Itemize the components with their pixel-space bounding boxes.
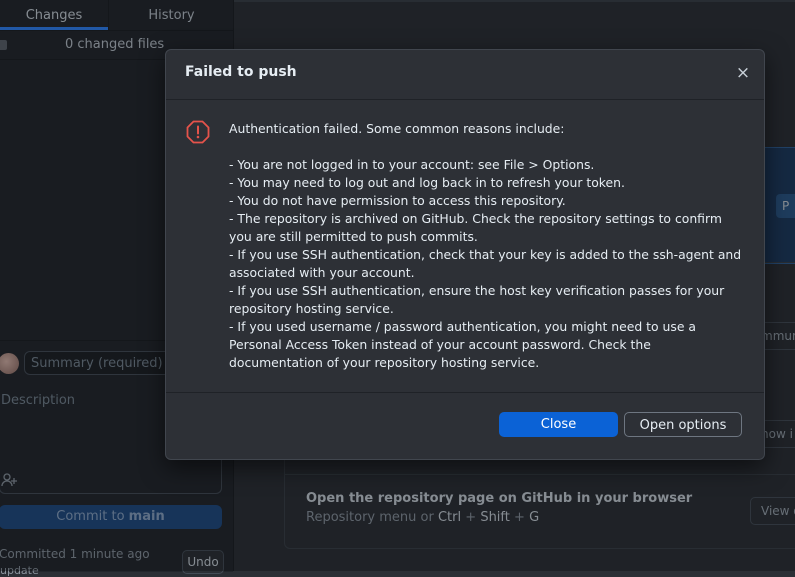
reason-item: - If you used username / password authen…	[229, 319, 696, 370]
close-button[interactable]: Close	[499, 412, 618, 437]
reason-item: - You do not have permission to access t…	[229, 193, 566, 208]
reason-item: - You are not logged in to your account:…	[229, 157, 595, 172]
open-options-button[interactable]: Open options	[624, 412, 742, 437]
reason-item: - You may need to log out and log back i…	[229, 175, 625, 190]
failed-to-push-dialog: Failed to push × Authentication failed. …	[165, 49, 765, 460]
reason-item: - If you use SSH authentication, ensure …	[229, 283, 725, 316]
error-intro: Authentication failed. Some common reaso…	[229, 121, 565, 136]
reason-item: - The repository is archived on GitHub. …	[229, 211, 722, 244]
dialog-footer-divider	[166, 392, 764, 393]
error-message: Authentication failed. Some common reaso…	[229, 120, 744, 372]
dialog-title: Failed to push	[185, 64, 297, 80]
close-icon[interactable]: ×	[734, 64, 752, 82]
dialog-header-divider	[166, 99, 764, 100]
reason-item: - If you use SSH authentication, check t…	[229, 247, 742, 280]
alert-octagon-icon	[186, 120, 210, 144]
